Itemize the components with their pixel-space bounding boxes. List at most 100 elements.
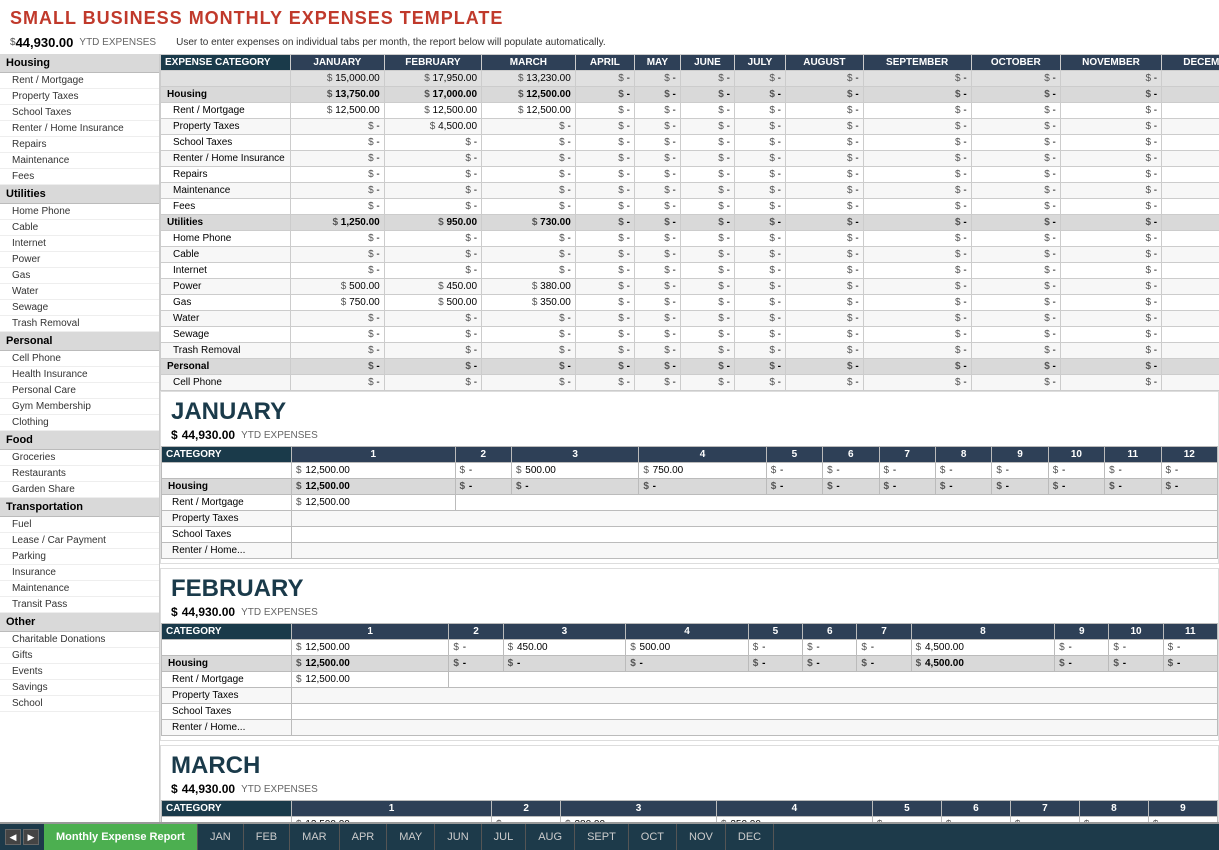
tab-nov[interactable]: NOV	[677, 824, 726, 850]
money-cell[interactable]: $ -	[1060, 359, 1161, 375]
money-cell[interactable]: $ 750.00	[291, 295, 385, 311]
money-cell[interactable]: $ -	[786, 135, 864, 151]
money-cell[interactable]: $ -	[863, 87, 971, 103]
money-cell[interactable]: $ -	[863, 167, 971, 183]
money-cell[interactable]: $ -	[971, 231, 1060, 247]
money-cell[interactable]: $ -	[680, 231, 734, 247]
sidebar-item-gas[interactable]: Gas	[0, 268, 159, 284]
money-cell[interactable]: $ -	[1162, 343, 1219, 359]
money-cell[interactable]: $ -	[291, 327, 385, 343]
money-cell[interactable]: $ -	[482, 375, 576, 391]
money-cell[interactable]: $ -	[1060, 167, 1161, 183]
money-cell[interactable]: $ -	[384, 359, 481, 375]
money-cell[interactable]: $ -	[680, 167, 734, 183]
money-cell[interactable]: $ -	[680, 103, 734, 119]
money-cell[interactable]: $ -	[680, 119, 734, 135]
money-cell[interactable]: $ -	[384, 199, 481, 215]
money-cell[interactable]: $ -	[863, 151, 971, 167]
money-cell[interactable]: $ -	[1060, 343, 1161, 359]
money-cell[interactable]: $ 380.00	[482, 279, 576, 295]
tab-feb[interactable]: FEB	[244, 824, 290, 850]
sidebar-item-trash[interactable]: Trash Removal	[0, 316, 159, 332]
money-cell[interactable]: $ -	[1060, 119, 1161, 135]
money-cell[interactable]: $ -	[1162, 87, 1219, 103]
sidebar-item-parking[interactable]: Parking	[0, 549, 159, 565]
money-cell[interactable]: $ -	[786, 151, 864, 167]
sidebar-item-insurance-t[interactable]: Insurance	[0, 565, 159, 581]
money-cell[interactable]: $ -	[291, 311, 385, 327]
sidebar-item-groceries[interactable]: Groceries	[0, 450, 159, 466]
money-cell[interactable]: $ -	[734, 263, 785, 279]
money-cell[interactable]: $ -	[482, 135, 576, 151]
sidebar-item-home-phone[interactable]: Home Phone	[0, 204, 159, 220]
money-cell[interactable]: $ -	[482, 151, 576, 167]
money-cell[interactable]: $ -	[680, 327, 734, 343]
money-cell[interactable]: $ -	[680, 263, 734, 279]
money-cell[interactable]: $ -	[786, 343, 864, 359]
money-cell[interactable]: $ -	[786, 247, 864, 263]
money-cell[interactable]: $ -	[786, 311, 864, 327]
money-cell[interactable]: $ -	[291, 119, 385, 135]
money-cell[interactable]: $ -	[384, 375, 481, 391]
money-cell[interactable]: $ 12,500.00	[482, 103, 576, 119]
money-cell[interactable]: $ -	[734, 375, 785, 391]
money-cell[interactable]: $ -	[634, 167, 680, 183]
sidebar-item-sewage[interactable]: Sewage	[0, 300, 159, 316]
money-cell[interactable]: $ 500.00	[384, 295, 481, 311]
money-cell[interactable]: $ -	[786, 295, 864, 311]
money-cell[interactable]: $ -	[680, 151, 734, 167]
money-cell[interactable]: $ -	[575, 247, 634, 263]
money-cell[interactable]: $ -	[786, 167, 864, 183]
money-cell[interactable]: $ -	[291, 247, 385, 263]
money-cell[interactable]: $ -	[1060, 279, 1161, 295]
money-cell[interactable]: $ -	[786, 263, 864, 279]
money-cell[interactable]: $ -	[1162, 295, 1219, 311]
money-cell[interactable]: $ -	[680, 71, 734, 87]
money-cell[interactable]: $ -	[734, 103, 785, 119]
money-cell[interactable]: $ -	[786, 71, 864, 87]
money-cell[interactable]: $ -	[291, 263, 385, 279]
sidebar-item-property-taxes[interactable]: Property Taxes	[0, 89, 159, 105]
money-cell[interactable]: $ -	[384, 263, 481, 279]
money-cell[interactable]: $ -	[786, 279, 864, 295]
money-cell[interactable]: $ -	[863, 295, 971, 311]
money-cell[interactable]: $ -	[971, 359, 1060, 375]
money-cell[interactable]: $ -	[291, 231, 385, 247]
money-cell[interactable]: $ -	[734, 311, 785, 327]
money-cell[interactable]: $ -	[971, 279, 1060, 295]
money-cell[interactable]: $ -	[971, 135, 1060, 151]
money-cell[interactable]: $ -	[384, 311, 481, 327]
money-cell[interactable]: $ -	[634, 183, 680, 199]
sidebar-item-health-insurance[interactable]: Health Insurance	[0, 367, 159, 383]
money-cell[interactable]: $ -	[1060, 327, 1161, 343]
money-cell[interactable]: $ -	[575, 375, 634, 391]
sidebar-item-savings[interactable]: Savings	[0, 680, 159, 696]
money-cell[interactable]: $ -	[575, 199, 634, 215]
money-cell[interactable]: $ -	[1162, 135, 1219, 151]
money-cell[interactable]: $ -	[863, 215, 971, 231]
money-cell[interactable]: $ -	[863, 263, 971, 279]
money-cell[interactable]: $ -	[1060, 375, 1161, 391]
money-cell[interactable]: $ -	[1162, 119, 1219, 135]
money-cell[interactable]: $ -	[575, 135, 634, 151]
sidebar-item-garden[interactable]: Garden Share	[0, 482, 159, 498]
money-cell[interactable]: $ -	[1162, 279, 1219, 295]
sidebar-item-personal-care[interactable]: Personal Care	[0, 383, 159, 399]
money-cell[interactable]: $ -	[971, 151, 1060, 167]
money-cell[interactable]: $ 17,950.00	[384, 71, 481, 87]
tab-prev-btn[interactable]: ◀	[5, 829, 21, 845]
money-cell[interactable]: $ -	[680, 295, 734, 311]
tab-sept[interactable]: SEPT	[575, 824, 629, 850]
money-cell[interactable]: $ -	[680, 359, 734, 375]
money-cell[interactable]: $ -	[863, 103, 971, 119]
money-cell[interactable]: $ -	[1162, 215, 1219, 231]
money-cell[interactable]: $ -	[634, 375, 680, 391]
money-cell[interactable]: $ -	[786, 183, 864, 199]
money-cell[interactable]: $ -	[1060, 215, 1161, 231]
money-cell[interactable]: $ -	[575, 151, 634, 167]
sidebar-item-rent[interactable]: Rent / Mortgage	[0, 73, 159, 89]
money-cell[interactable]: $ -	[680, 199, 734, 215]
money-cell[interactable]: $ -	[575, 167, 634, 183]
money-cell[interactable]: $ -	[863, 359, 971, 375]
money-cell[interactable]: $ -	[734, 215, 785, 231]
